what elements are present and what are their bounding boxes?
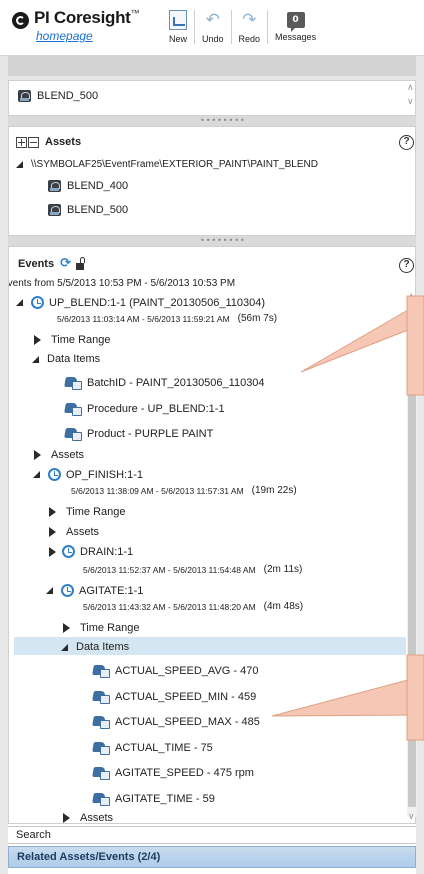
refresh-icon[interactable]: ⟳ [60,257,71,270]
events-scrollbar-thumb[interactable] [408,317,416,807]
scroll-up-icon[interactable]: ∧ [408,292,415,302]
attribute-icon [65,427,82,441]
attribute-icon [93,715,110,729]
events-header: Events ⟳ [18,257,84,270]
event-drain[interactable]: DRAIN:1-1 [49,545,133,558]
toolbar-divider [267,10,269,44]
attribute-icon [93,792,110,806]
search-bar[interactable]: Search [8,826,416,844]
attribute-item[interactable]: ACTUAL_SPEED_MAX - 485 [93,715,260,729]
related-assets-events-bar[interactable]: Related Assets/Events (2/4) [8,846,416,868]
event-agitate[interactable]: AGITATE:1-1 [46,584,143,597]
element-icon [48,180,61,192]
attribute-icon [65,402,82,416]
attribute-icon [93,690,110,704]
expand-arrow-icon [49,507,56,517]
toolbar-divider [230,10,232,44]
scroll-up-icon[interactable]: ∧ [407,83,414,93]
collapse-arrow-icon [46,587,53,594]
event-time: 5/6/2013 11:52:37 AM - 5/6/2013 11:54:48… [83,564,303,575]
tree-node-assets[interactable]: Assets [49,526,99,538]
event-time: 5/6/2013 11:38:09 AM - 5/6/2013 11:57:31… [71,485,297,496]
event-frame-icon [61,584,74,597]
messages-icon: 0 [286,12,305,32]
event-frame-icon [48,468,61,481]
event-frame-icon [62,545,75,558]
element-selector-panel: BLEND_500 ∧ ∨ [8,80,416,116]
asset-item[interactable]: BLEND_500 [48,204,128,216]
expand-arrow-icon [34,335,41,345]
assets-header: Assets [16,136,81,148]
scroll-down-icon[interactable]: ∨ [408,812,415,822]
attribute-icon [65,376,82,390]
panel-splitter[interactable]: •••••••• [8,236,416,246]
attribute-item[interactable]: Product - PURPLE PAINT [65,427,213,441]
help-icon[interactable]: ? [399,135,414,150]
collapse-arrow-icon [61,643,68,651]
element-icon [48,204,61,216]
events-range: Events from 5/5/2013 10:53 PM - 5/6/2013… [8,278,236,289]
expand-all-icon[interactable] [16,136,27,148]
left-rail [0,80,8,874]
attribute-item[interactable]: ACTUAL_SPEED_MIN - 459 [93,690,256,704]
redo-icon: ↷ [242,10,257,30]
event-time: 5/6/2013 11:03:14 AM - 5/6/2013 11:59:21… [57,313,278,324]
event-frame-icon [31,296,44,309]
new-button[interactable]: New [165,6,191,52]
tree-node-time-range[interactable]: Time Range [63,622,140,634]
asset-path[interactable]: \\SYMBOLAF25\EventFrame\EXTERIOR_PAINT\P… [16,159,318,170]
tree-node-data-items[interactable]: Data Items [32,353,100,365]
scroll-down-icon[interactable]: ∨ [407,97,414,107]
app-header: PI Coresight™ homepage New ↶ Undo ↷ Redo… [0,0,424,56]
attribute-item[interactable]: BatchID - PAINT_20130506_110304 [65,376,265,390]
logo-title: PI Coresight™ [34,8,140,27]
collapse-arrow-icon [32,355,39,363]
attribute-item[interactable]: ACTUAL_TIME - 75 [93,741,213,755]
asset-item[interactable]: BLEND_400 [48,180,128,192]
undo-icon: ↶ [205,10,220,30]
assets-panel: Assets ? \\SYMBOLAF25\EventFrame\EXTERIO… [8,126,416,236]
toolbar: New ↶ Undo ↷ Redo 0 Messages [165,6,320,52]
attribute-item[interactable]: AGITATE_SPEED - 475 rpm [93,766,254,780]
element-icon [18,90,31,102]
attribute-item[interactable]: Procedure - UP_BLEND:1-1 [65,402,225,416]
selected-element[interactable]: BLEND_500 [18,90,98,102]
unlock-icon[interactable] [75,262,84,270]
event-time: 5/6/2013 11:43:32 AM - 5/6/2013 11:48:20… [83,601,304,612]
toolbar-divider [194,10,196,44]
attribute-icon [93,766,110,780]
tree-node-time-range[interactable]: Time Range [49,506,126,518]
attribute-icon [93,741,110,755]
expand-arrow-icon [49,527,56,537]
redo-button[interactable]: ↷ Redo [235,6,265,52]
new-display-icon [169,10,187,30]
collapse-arrow-icon [16,299,23,306]
pi-coresight-logo[interactable]: PI Coresight™ homepage [12,8,152,48]
panel-splitter[interactable]: •••••••• [8,116,416,126]
expand-arrow-icon [49,546,56,557]
homepage-link[interactable]: homepage [36,29,93,43]
tree-node-time-range[interactable]: Time Range [34,334,111,346]
collapse-arrow-icon [16,161,23,168]
attribute-item[interactable]: ACTUAL_SPEED_AVG - 470 [93,664,258,678]
pi-logo-icon [12,12,29,29]
display-tab-strip [8,56,416,76]
event-op-finish[interactable]: OP_FINISH:1-1 [33,468,143,481]
tree-node-assets[interactable]: Assets [34,449,84,461]
expand-arrow-icon [63,813,70,823]
attribute-item[interactable]: AGITATE_TIME - 59 [93,792,215,806]
messages-button[interactable]: 0 Messages [271,6,320,52]
right-rail [416,80,424,874]
collapse-all-icon[interactable] [28,136,39,148]
undo-button[interactable]: ↶ Undo [198,6,228,52]
help-icon[interactable]: ? [399,258,414,273]
attribute-icon [93,664,110,678]
collapse-arrow-icon [33,471,40,478]
expand-arrow-icon [63,623,70,633]
tree-node-data-items[interactable]: Data Items [61,641,129,653]
expand-arrow-icon [34,450,41,460]
event-up-blend[interactable]: UP_BLEND:1-1 (PAINT_20130506_110304) [16,296,265,309]
tree-node-assets[interactable]: Assets [63,812,113,824]
